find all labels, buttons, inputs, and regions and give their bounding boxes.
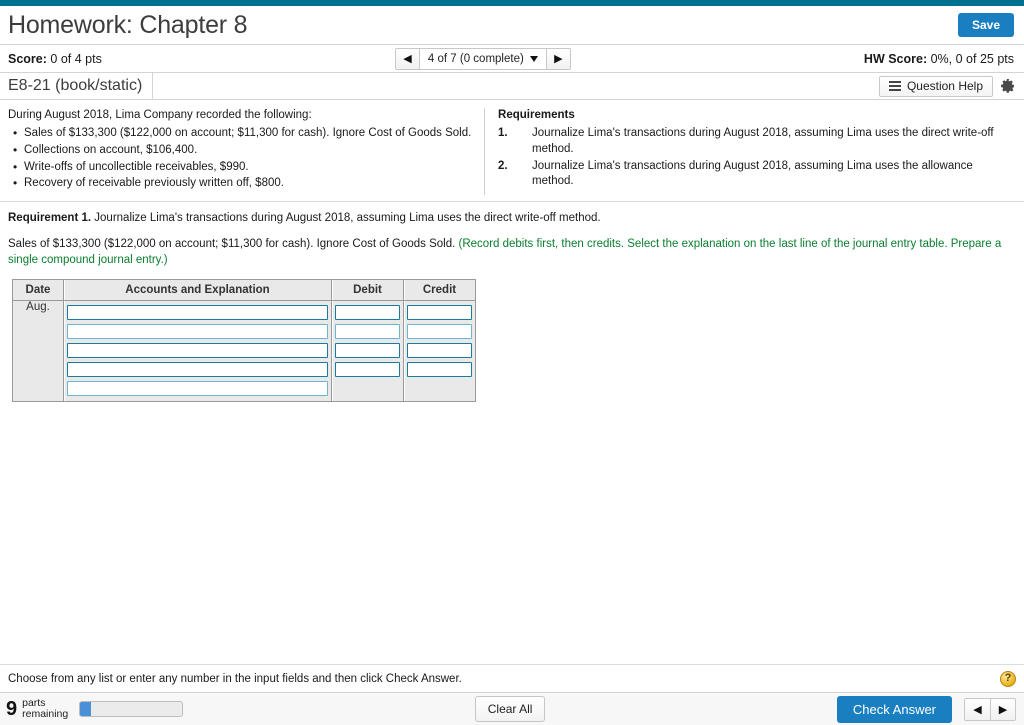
credit-input-row-4[interactable] <box>407 362 472 378</box>
accounts-input-stack <box>64 301 331 401</box>
list-icon <box>888 81 901 91</box>
journal-credit-cell <box>403 301 475 402</box>
credit-input-row-1[interactable] <box>407 305 472 321</box>
requirement-subtext-main: Sales of $133,300 ($122,000 on account; … <box>8 238 459 251</box>
journal-date-cell: Aug. <box>13 301 63 402</box>
action-bar: 9 parts remaining Clear All Check Answer… <box>0 692 1024 725</box>
question-help-label: Question Help <box>906 79 983 93</box>
footer-next-arrow-icon[interactable]: ▶ <box>990 698 1016 720</box>
problem-intro: During August 2018, Lima Company recorde… <box>8 109 312 121</box>
explanation-input-row-5[interactable] <box>67 381 328 397</box>
requirement-number: 2. <box>498 159 508 172</box>
progress-bar <box>79 701 184 718</box>
account-input-row-1[interactable] <box>67 305 328 321</box>
hw-score-value: 0%, 0 of 25 pts <box>930 51 1014 66</box>
parts-remaining-label: parts remaining <box>22 696 69 721</box>
journal-entry-table: Date Accounts and Explanation Debit Cred… <box>12 279 476 403</box>
requirements-heading: Requirements <box>498 109 575 121</box>
debit-input-stack <box>332 301 403 401</box>
question-help-button[interactable]: Question Help <box>878 75 993 97</box>
score-value: 0 of 4 pts <box>50 51 102 66</box>
footer-navigator: ◀ ▶ <box>964 697 1017 721</box>
journal-accounts-cell <box>63 301 331 402</box>
requirement-subtext: Sales of $133,300 ($122,000 on account; … <box>8 237 1014 269</box>
journal-debit-cell <box>331 301 403 402</box>
hw-score-display: HW Score: 0%, 0 of 25 pts <box>864 52 1014 66</box>
column-header-accounts: Accounts and Explanation <box>63 280 331 302</box>
hint-bar: Choose from any list or enter any number… <box>0 664 1024 693</box>
question-panes: During August 2018, Lima Company recorde… <box>0 100 1024 203</box>
problem-statement-pane: During August 2018, Lima Company recorde… <box>0 106 484 197</box>
requirement-heading: Requirement 1. Journalize Lima's transac… <box>8 212 1014 224</box>
list-item: Collections on account, $106,400. <box>13 142 474 159</box>
account-input-row-4[interactable] <box>67 362 328 378</box>
list-item: Sales of $133,300 ($122,000 on account; … <box>13 125 474 142</box>
score-bar: Score: 0 of 4 pts ◀ 4 of 7 (0 complete) … <box>0 45 1024 73</box>
requirement-number: 1. <box>498 126 508 139</box>
requirement-statement: Journalize Lima's transactions during Au… <box>94 212 601 225</box>
requirement-text: Journalize Lima's transactions during Au… <box>532 159 973 188</box>
page-title: Homework: Chapter 8 <box>8 10 248 39</box>
list-item: Write-offs of uncollectible receivables,… <box>13 159 474 176</box>
score-label: Score: <box>8 51 47 66</box>
column-header-credit: Credit <box>403 280 475 302</box>
debit-input-row-4[interactable] <box>335 362 400 378</box>
clear-all-button[interactable]: Clear All <box>474 696 546 723</box>
chevron-down-icon <box>529 55 538 62</box>
credit-input-stack <box>404 301 475 401</box>
score-display: Score: 0 of 4 pts <box>8 52 102 66</box>
debit-input-row-3[interactable] <box>335 343 400 359</box>
hint-text: Choose from any list or enter any number… <box>8 672 462 685</box>
problem-bullet-list: Sales of $133,300 ($122,000 on account; … <box>8 125 474 192</box>
table-header-row: Date Accounts and Explanation Debit Cred… <box>13 280 475 302</box>
list-item: Recovery of receivable previously writte… <box>13 175 474 192</box>
prev-question-arrow-icon[interactable]: ◀ <box>395 48 420 69</box>
footer-prev-arrow-icon[interactable]: ◀ <box>965 698 991 720</box>
question-selector-dropdown[interactable]: 4 of 7 (0 complete) <box>419 48 546 69</box>
exercise-tools: Question Help <box>878 73 1024 99</box>
parts-label-line1: parts <box>22 696 46 709</box>
requirements-pane: Requirements 1. Journalize Lima's transa… <box>485 106 1024 197</box>
list-item: 1. Journalize Lima's transactions during… <box>498 126 1012 158</box>
question-nav-wrap: ◀ 4 of 7 (0 complete) ▶ <box>102 47 864 70</box>
column-header-debit: Debit <box>331 280 403 302</box>
hw-score-label: HW Score: <box>863 51 928 66</box>
help-icon[interactable]: ? <box>1000 670 1016 687</box>
gear-icon[interactable] <box>999 78 1016 95</box>
column-header-date: Date <box>13 280 63 302</box>
question-selector-label: 4 of 7 (0 complete) <box>427 52 524 65</box>
save-button[interactable]: Save <box>957 12 1014 38</box>
table-row: Aug. <box>13 301 475 402</box>
exercise-spacer <box>153 73 879 99</box>
requirement-label: Requirement 1. <box>8 212 92 225</box>
progress-bar-fill <box>80 702 92 717</box>
account-input-row-3[interactable] <box>67 343 328 359</box>
account-input-row-2[interactable] <box>67 324 328 340</box>
requirement-body: Requirement 1. Journalize Lima's transac… <box>0 202 1024 533</box>
next-question-arrow-icon[interactable]: ▶ <box>545 48 570 69</box>
check-answer-button[interactable]: Check Answer <box>836 695 953 723</box>
parts-remaining-count: 9 <box>6 698 18 721</box>
parts-label-line2: remaining <box>22 708 69 721</box>
parts-remaining-group: 9 parts remaining <box>6 696 184 721</box>
credit-input-row-3[interactable] <box>407 343 472 359</box>
list-item: 2. Journalize Lima's transactions during… <box>498 159 1012 191</box>
debit-input-row-2[interactable] <box>335 324 400 340</box>
work-area <box>0 533 1024 665</box>
question-navigator: ◀ 4 of 7 (0 complete) ▶ <box>394 47 571 70</box>
homework-page: Homework: Chapter 8 Save Score: 0 of 4 p… <box>0 0 1024 725</box>
credit-input-row-2[interactable] <box>407 324 472 340</box>
exercise-id: E8-21 (book/static) <box>0 73 154 99</box>
requirement-text: Journalize Lima's transactions during Au… <box>532 126 994 155</box>
title-bar: Homework: Chapter 8 Save <box>0 6 1024 45</box>
exercise-bar: E8-21 (book/static) Question Help <box>0 73 1024 100</box>
debit-input-row-1[interactable] <box>335 305 400 321</box>
